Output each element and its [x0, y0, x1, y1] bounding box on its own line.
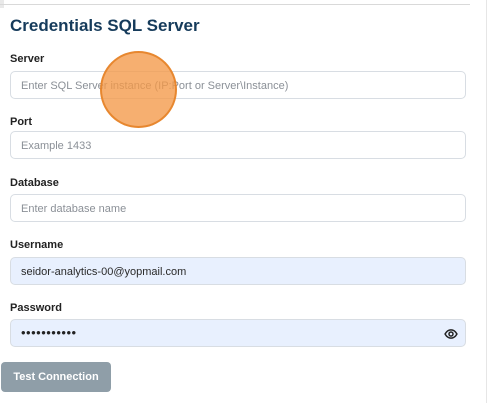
- password-input[interactable]: •••••••••••: [10, 319, 466, 347]
- username-value: seidor-analytics-00@yopmail.com: [21, 266, 187, 278]
- username-input[interactable]: seidor-analytics-00@yopmail.com: [10, 257, 466, 285]
- username-label: Username: [10, 239, 64, 251]
- password-label: Password: [10, 302, 62, 314]
- port-placeholder: Example 1433: [21, 140, 92, 152]
- database-input[interactable]: Enter database name: [10, 194, 466, 222]
- server-input[interactable]: Enter SQL Server instance (IP:Port or Se…: [10, 71, 466, 99]
- test-connection-button[interactable]: Test Connection: [1, 362, 111, 392]
- credentials-page: Credentials SQL Server Server Enter SQL …: [0, 0, 488, 403]
- page-title: Credentials SQL Server: [10, 16, 200, 35]
- database-label: Database: [10, 177, 59, 189]
- server-label: Server: [10, 53, 45, 65]
- port-input[interactable]: Example 1433: [10, 131, 466, 159]
- top-divider: [0, 4, 470, 5]
- port-label: Port: [10, 116, 32, 128]
- password-value: •••••••••••: [21, 325, 77, 340]
- database-placeholder: Enter database name: [21, 203, 127, 215]
- eye-icon[interactable]: [444, 327, 458, 341]
- right-divider: [486, 0, 487, 403]
- cursor-highlight-circle: [100, 51, 177, 128]
